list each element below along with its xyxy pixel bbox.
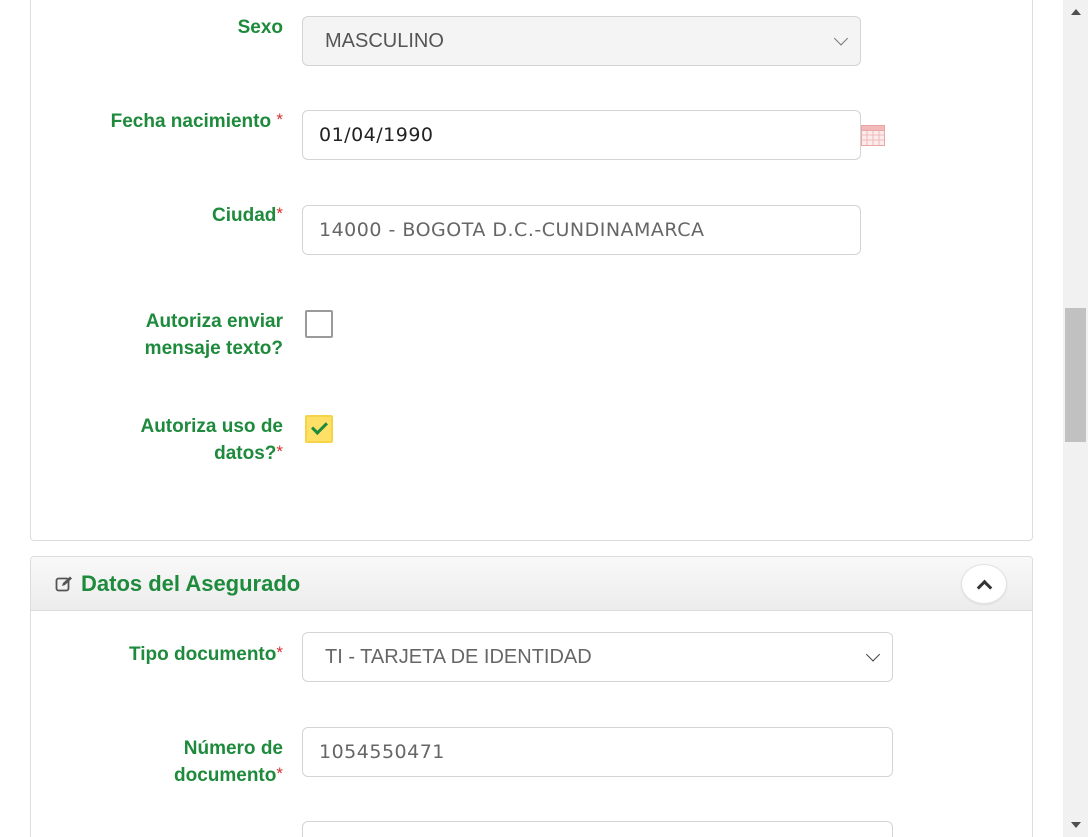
asegurado-panel-header: Datos del Asegurado bbox=[31, 557, 1032, 611]
scroll-up-arrow-icon[interactable] bbox=[1071, 9, 1081, 15]
tipo-documento-select[interactable]: TI - TARJETA DE IDENTIDAD bbox=[302, 632, 893, 682]
autoriza-mensaje-checkbox[interactable] bbox=[305, 310, 333, 338]
fecha-nacimiento-value: 01/04/1990 bbox=[319, 124, 434, 146]
ciudad-value: 14000 - BOGOTA D.C.-CUNDINAMARCA bbox=[319, 219, 705, 241]
chevron-up-icon bbox=[976, 579, 993, 596]
scroll-down-arrow-icon[interactable] bbox=[1071, 822, 1081, 828]
tipo-documento-value: TI - TARJETA DE IDENTIDAD bbox=[325, 645, 592, 668]
fecha-nacimiento-input[interactable]: 01/04/1990 bbox=[302, 110, 861, 160]
collapse-button[interactable] bbox=[961, 564, 1007, 604]
check-icon bbox=[311, 418, 328, 435]
required-mark: * bbox=[276, 204, 283, 223]
sexo-select[interactable]: MASCULINO bbox=[302, 16, 861, 66]
ciudad-label: Ciudad* bbox=[211, 204, 283, 226]
ciudad-input[interactable]: 14000 - BOGOTA D.C.-CUNDINAMARCA bbox=[302, 205, 861, 255]
asegurado-panel-title: Datos del Asegurado bbox=[81, 571, 301, 596]
page-viewport: Sexo MASCULINO Fecha nacimiento * 01/04/… bbox=[0, 0, 1063, 837]
next-field-input[interactable] bbox=[302, 821, 893, 837]
autoriza-datos-checkbox[interactable] bbox=[305, 415, 333, 443]
scroll-thumb[interactable] bbox=[1065, 308, 1086, 442]
chevron-down-icon bbox=[865, 647, 881, 662]
calendar-icon[interactable] bbox=[861, 124, 885, 146]
numero-documento-value: 1054550471 bbox=[319, 741, 445, 763]
vertical-scrollbar[interactable] bbox=[1063, 0, 1088, 837]
required-mark: * bbox=[276, 764, 283, 783]
numero-documento-input[interactable]: 1054550471 bbox=[302, 727, 893, 777]
chevron-down-icon bbox=[833, 31, 849, 46]
asegurado-panel: Datos del Asegurado Tipo documento* TI -… bbox=[30, 556, 1033, 837]
sexo-value: MASCULINO bbox=[325, 29, 444, 52]
edit-icon bbox=[55, 576, 72, 592]
autoriza-mensaje-label: Autoriza enviar mensaje texto? bbox=[144, 311, 283, 359]
required-mark: * bbox=[276, 442, 283, 461]
required-mark: * bbox=[276, 643, 283, 662]
fecha-nacimiento-label: Fecha nacimiento * bbox=[110, 110, 283, 132]
numero-documento-label: Número de documento* bbox=[173, 738, 283, 786]
autoriza-datos-label: Autoriza uso de datos?* bbox=[140, 416, 283, 464]
sexo-label: Sexo bbox=[237, 17, 283, 38]
personal-data-panel: Sexo MASCULINO Fecha nacimiento * 01/04/… bbox=[30, 0, 1033, 541]
required-mark: * bbox=[276, 110, 283, 129]
tipo-documento-label: Tipo documento* bbox=[128, 643, 283, 665]
